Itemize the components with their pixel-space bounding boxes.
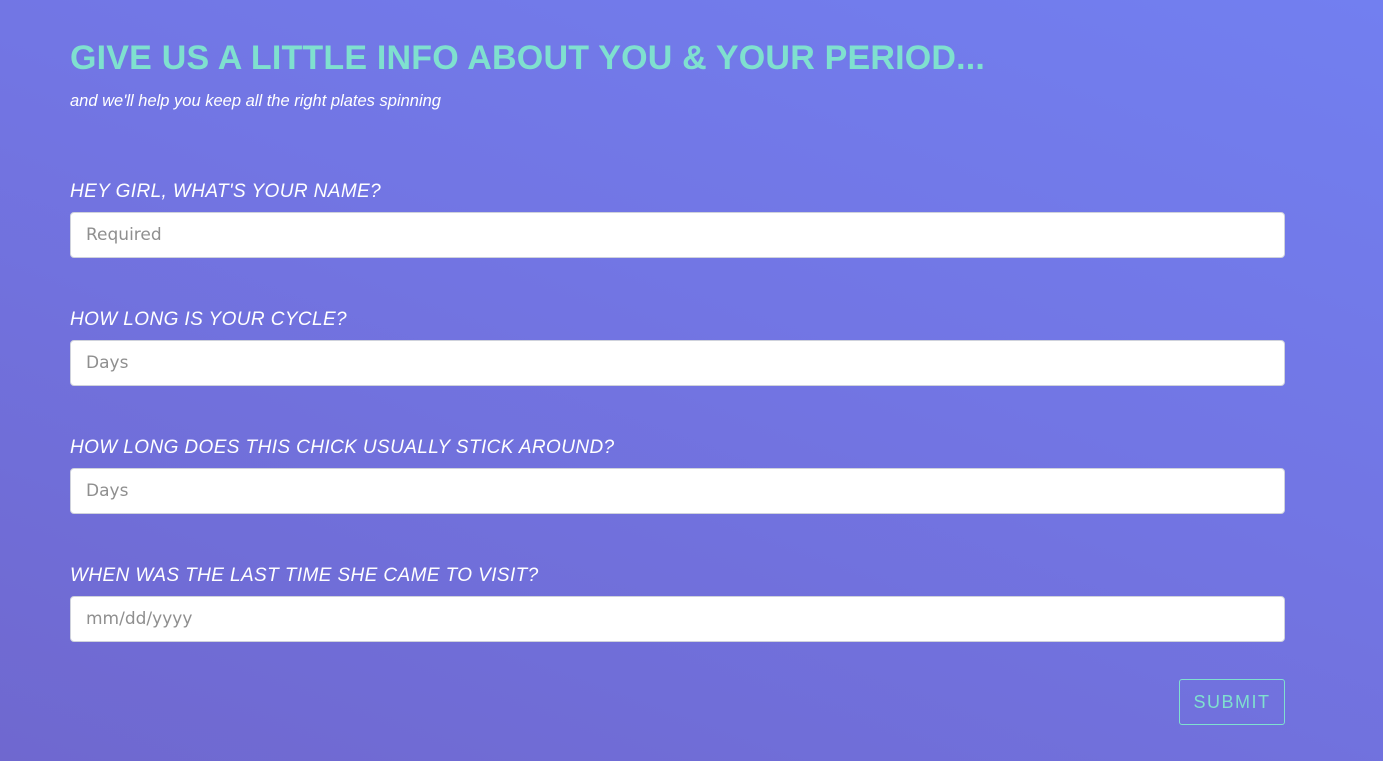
name-input[interactable] <box>70 212 1285 258</box>
page-title: GIVE US A LITTLE INFO ABOUT YOU & YOUR P… <box>70 39 986 77</box>
cycle-length-field-label: HOW LONG IS YOUR CYCLE? <box>70 309 348 330</box>
name-field-label: HEY GIRL, WHAT'S YOUR NAME? <box>70 181 382 202</box>
period-length-input[interactable] <box>70 468 1285 514</box>
period-length-field-label: HOW LONG DOES THIS CHICK USUALLY STICK A… <box>70 437 615 458</box>
submit-button[interactable]: SUBMIT <box>1179 679 1285 725</box>
cycle-length-input[interactable] <box>70 340 1285 386</box>
page-subtitle: and we'll help you keep all the right pl… <box>70 92 441 110</box>
last-period-field-label: WHEN WAS THE LAST TIME SHE CAME TO VISIT… <box>70 565 539 586</box>
last-period-date-input[interactable] <box>70 596 1285 642</box>
